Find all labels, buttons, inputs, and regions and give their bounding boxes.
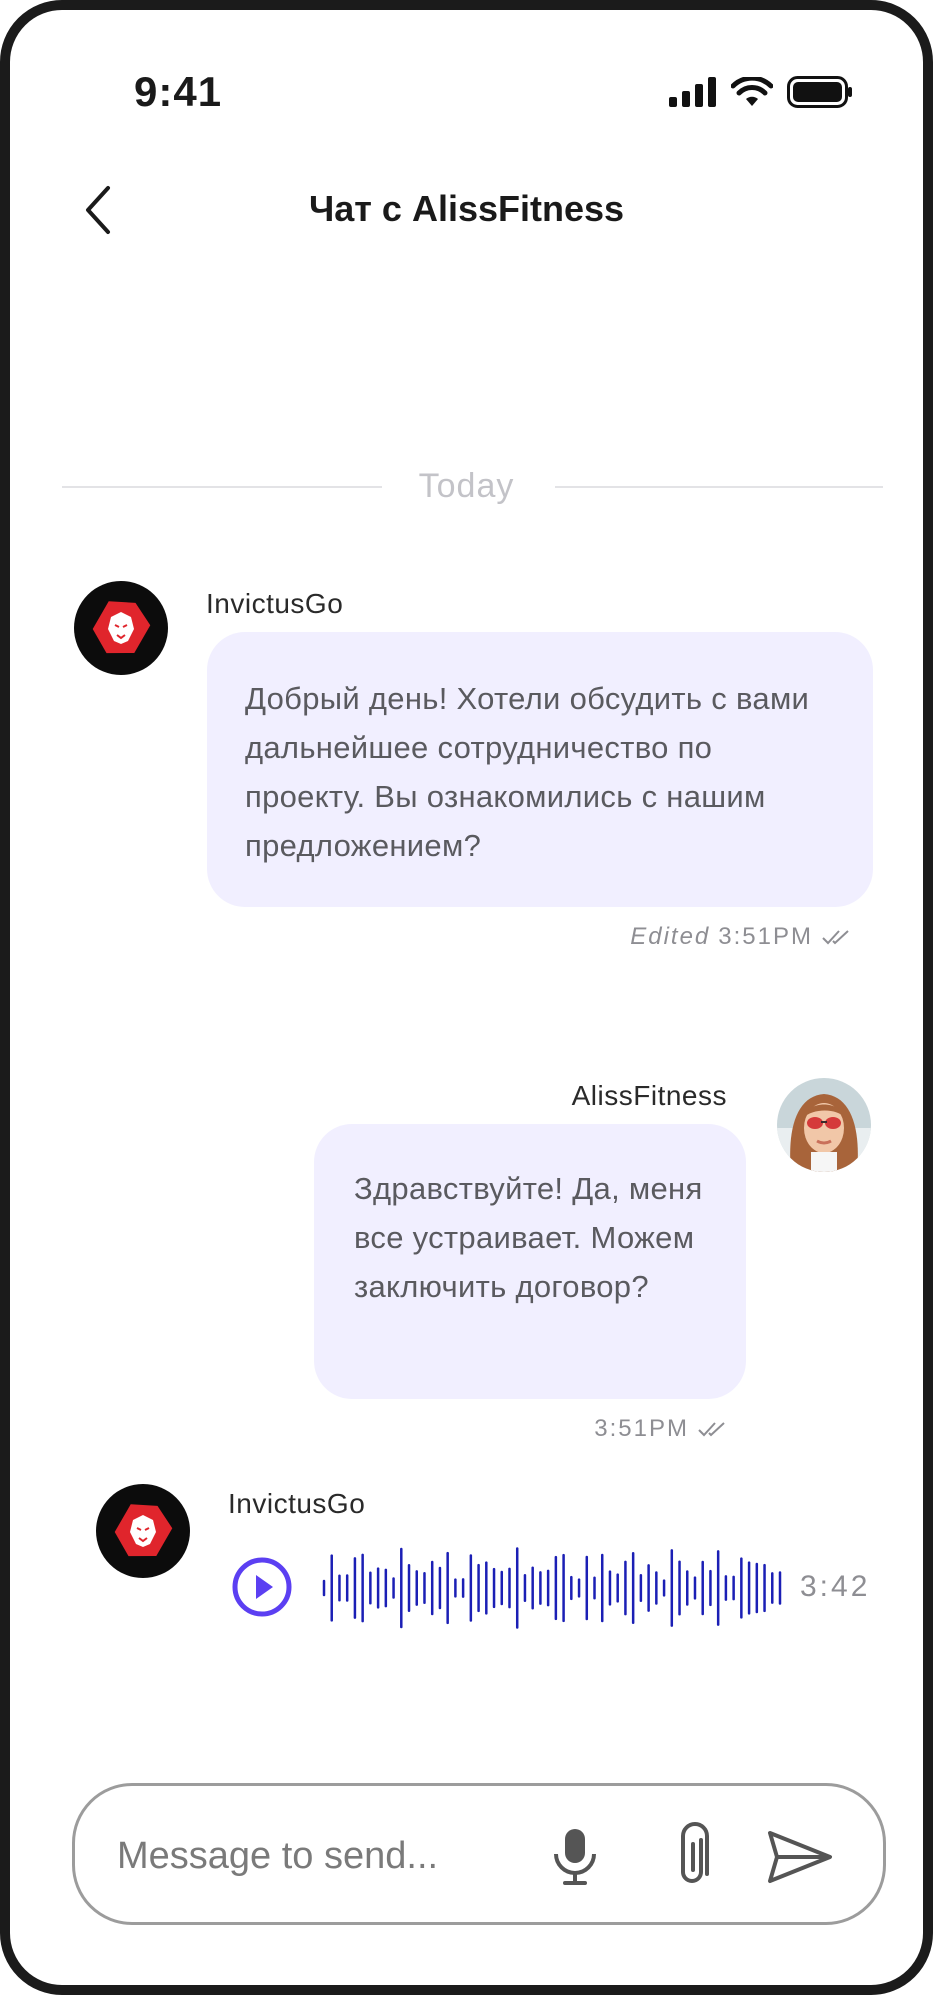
message-composer: [72, 1783, 886, 1925]
voice-duration: 3:42: [800, 1570, 871, 1603]
battery-icon: [787, 76, 852, 108]
microphone-button[interactable]: [540, 1822, 610, 1892]
send-icon: [768, 1831, 832, 1883]
avatar-photo: [777, 1078, 871, 1172]
play-icon: [232, 1557, 292, 1617]
sender-name: InvictusGo: [206, 588, 344, 619]
message-input[interactable]: [115, 1822, 539, 1890]
double-check-icon: [698, 1422, 725, 1437]
avatar-invictusgo[interactable]: [74, 581, 168, 675]
avatar-alissfitness[interactable]: [777, 1078, 871, 1172]
edited-label: Edited: [630, 923, 711, 950]
paperclip-icon: [681, 1822, 709, 1883]
voice-waveform[interactable]: [322, 1545, 782, 1631]
play-button[interactable]: [232, 1557, 292, 1617]
message-text: Здравствуйте! Да, меня все устраивает. М…: [354, 1171, 703, 1304]
message-time: 3:51PM: [594, 1415, 689, 1442]
double-check-icon: [822, 930, 849, 945]
wifi-icon: [731, 77, 773, 106]
message-text: Добрый день! Хотели обсудить с вами даль…: [245, 681, 810, 863]
signal-icon: [669, 77, 716, 107]
message-meta: Edited 3:51PM: [630, 923, 851, 951]
message-bubble[interactable]: Добрый день! Хотели обсудить с вами даль…: [207, 632, 873, 907]
send-button[interactable]: [765, 1822, 835, 1892]
avatar-invictusgo[interactable]: [96, 1484, 190, 1578]
message-time: 3:51PM: [718, 923, 813, 950]
status-icons: [669, 76, 853, 108]
microphone-icon: [554, 1829, 596, 1885]
message-meta: 3:51PM: [594, 1415, 727, 1443]
sender-name: AlissFitness: [571, 1080, 727, 1111]
message-bubble[interactable]: Здравствуйте! Да, меня все устраивает. М…: [314, 1124, 746, 1399]
status-time: 9:41: [134, 68, 223, 115]
lion-logo-icon: [114, 1504, 173, 1557]
sender-name: InvictusGo: [228, 1488, 366, 1519]
phone-frame: 9:41 Чат с AlissFitness Today InvictusGo…: [0, 0, 933, 1995]
date-divider: Today: [418, 467, 515, 505]
attach-button[interactable]: [658, 1822, 728, 1892]
lion-logo-icon: [92, 601, 151, 654]
chat-title: Чат с AlissFitness: [308, 188, 625, 229]
